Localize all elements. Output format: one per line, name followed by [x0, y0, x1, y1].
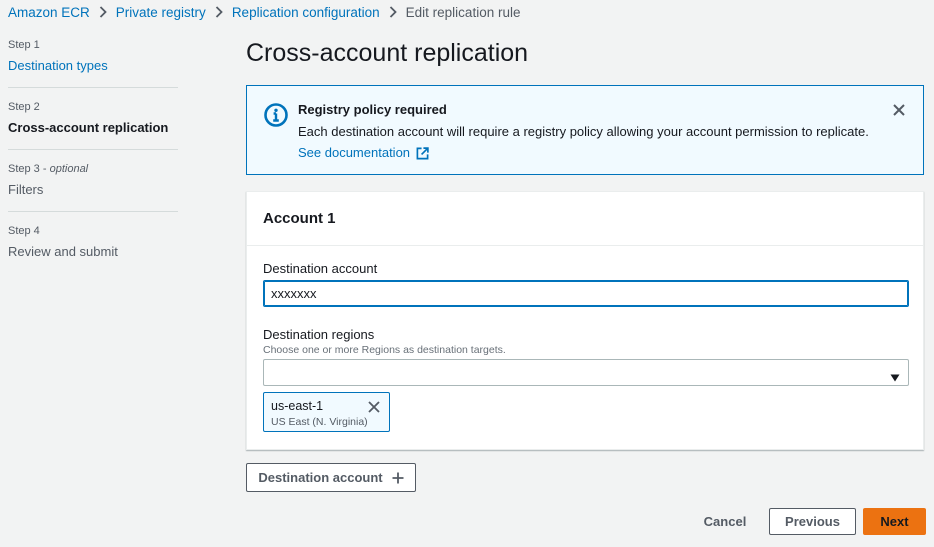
- caret-down-icon: [890, 369, 900, 387]
- breadcrumb-replication-configuration[interactable]: Replication configuration: [232, 5, 380, 20]
- alert-title: Registry policy required: [298, 102, 447, 117]
- destination-account-input[interactable]: [263, 280, 909, 307]
- region-token-description: US East (N. Virginia): [271, 416, 368, 428]
- breadcrumb-private-registry[interactable]: Private registry: [116, 5, 206, 20]
- region-token-label: us-east-1: [271, 399, 324, 413]
- destination-regions-description: Choose one or more Regions as destinatio…: [263, 344, 506, 356]
- account-title: Account 1: [263, 210, 336, 227]
- destination-regions-label: Destination regions: [263, 327, 375, 342]
- chevron-right-icon: [215, 6, 223, 18]
- divider: [8, 87, 178, 88]
- destination-account-label: Destination account: [263, 261, 378, 276]
- remove-region-icon[interactable]: [367, 400, 381, 419]
- wizard-step-4: Step 4 Review and submit: [8, 225, 178, 287]
- account-header: Account 1: [247, 192, 923, 246]
- alert-body: Each destination account will require a …: [298, 124, 869, 139]
- add-destination-account-button[interactable]: Destination account: [246, 463, 416, 492]
- close-icon[interactable]: [891, 102, 907, 118]
- destination-regions-select[interactable]: [263, 359, 909, 386]
- wizard-step-1: Step 1 Destination types: [8, 39, 178, 101]
- step-number: Step 3 - optional: [8, 163, 89, 175]
- plus-icon: [392, 472, 404, 483]
- step-title-filters: Filters: [8, 182, 44, 197]
- wizard-step-2: Step 2 Cross-account replication: [8, 101, 178, 163]
- step-number: Step 2: [8, 101, 40, 113]
- breadcrumb: Amazon ECR Private registry Replication …: [8, 3, 520, 21]
- info-alert: Registry policy required Each destinatio…: [246, 85, 924, 175]
- breadcrumb-amazon-ecr[interactable]: Amazon ECR: [8, 5, 90, 20]
- divider: [8, 149, 178, 150]
- step-number: Step 1: [8, 39, 40, 51]
- chevron-right-icon: [99, 6, 107, 18]
- region-token: us-east-1 US East (N. Virginia): [263, 392, 390, 432]
- step-number: Step 4: [8, 225, 40, 237]
- step-title-current: Cross-account replication: [8, 120, 169, 135]
- breadcrumb-current: Edit replication rule: [405, 4, 521, 20]
- chevron-right-icon: [389, 6, 397, 18]
- cancel-button[interactable]: Cancel: [694, 508, 756, 535]
- see-documentation-link[interactable]: See documentation: [298, 145, 429, 161]
- page-title: Cross-account replication: [246, 39, 529, 67]
- account-container: Account 1 Destination account Destinatio…: [246, 191, 924, 450]
- divider: [8, 211, 178, 212]
- wizard-step-3: Step 3 - optional Filters: [8, 163, 178, 225]
- add-destination-account-label: Destination account: [258, 470, 383, 485]
- alert-link-label: See documentation: [298, 145, 411, 160]
- step-title-review: Review and submit: [8, 244, 118, 259]
- next-button[interactable]: Next: [863, 508, 926, 535]
- step-number-text: Step 3: [8, 163, 40, 175]
- previous-button[interactable]: Previous: [769, 508, 856, 535]
- step-link-destination-types[interactable]: Destination types: [8, 57, 178, 74]
- step-optional-label: optional: [49, 163, 89, 175]
- external-link-icon: [416, 146, 429, 159]
- wizard-steps: Step 1 Destination types Step 2 Cross-ac…: [8, 39, 178, 287]
- info-icon: [264, 103, 288, 132]
